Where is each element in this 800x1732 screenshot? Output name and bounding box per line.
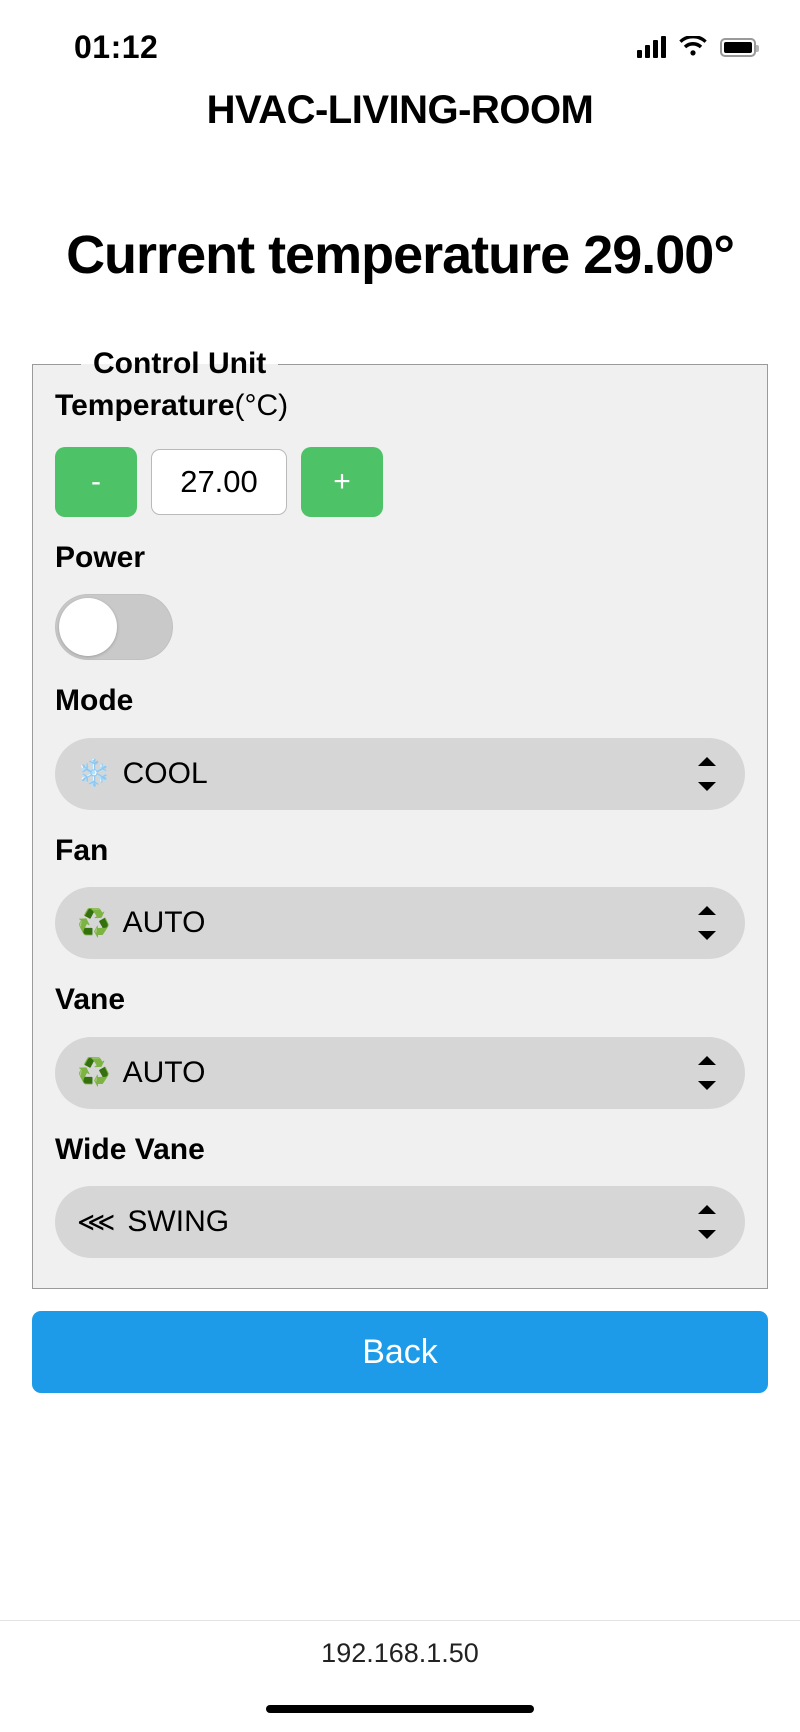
temperature-label: Temperature(°C) [55,387,745,425]
swing-arrows-icon: ⋘ [77,1206,116,1237]
temperature-stepper: - + [55,446,745,517]
mode-select-value: COOL [122,756,208,790]
control-unit-legend: Control Unit [93,347,267,381]
chevron-updown-icon [697,1205,717,1240]
status-bar-icons [637,36,759,58]
status-bar-time: 01:12 [74,28,159,65]
chevron-updown-icon [697,906,717,941]
vane-select-value: AUTO [122,1055,206,1089]
home-indicator[interactable] [266,1705,534,1713]
mode-label: Mode [55,684,134,718]
chevron-updown-icon [697,756,717,791]
temperature-increment-button[interactable]: + [301,446,383,517]
control-unit-panel: Control Unit Temperature(°C) - + Power M… [32,347,768,1290]
current-temperature-value: 29.00° [583,225,735,285]
browser-url-bar[interactable]: 192.168.1.50 [0,1620,800,1686]
recycle-icon: ♻️ [77,1057,111,1088]
temperature-unit-text: (°C) [234,389,289,423]
power-toggle-knob [59,598,117,657]
home-indicator-area [0,1686,800,1732]
recycle-icon: ♻️ [77,907,111,938]
current-temperature-label: Current temperature [66,225,570,285]
page-title: HVAC-LIVING-ROOM [206,88,594,132]
wide-vane-select-value: SWING [127,1205,230,1239]
url-text: 192.168.1.50 [321,1638,479,1668]
fan-select[interactable]: ♻️ AUTO [55,887,745,960]
mode-select[interactable]: ❄️ COOL [55,737,745,810]
wide-vane-label: Wide Vane [55,1132,205,1166]
wifi-icon [679,36,707,58]
back-button[interactable]: Back [32,1311,768,1394]
temperature-input[interactable] [151,448,287,515]
power-toggle-wrap [55,594,745,661]
battery-full-icon [720,37,759,57]
power-toggle[interactable] [55,594,173,661]
power-label: Power [55,540,146,574]
status-bar: 01:12 [0,0,800,76]
temperature-label-text: Temperature [55,389,235,423]
chevron-updown-icon [697,1055,717,1090]
wide-vane-select[interactable]: ⋘ SWING [55,1186,745,1259]
vane-label: Vane [55,983,126,1017]
fan-select-value: AUTO [122,906,206,940]
vane-select[interactable]: ♻️ AUTO [55,1036,745,1109]
phone-screen: 01:12 HVAC-LIVING-ROOM Current temperatu… [0,0,800,1732]
fan-label: Fan [55,833,109,867]
snowflake-icon: ❄️ [77,758,111,789]
cellular-signal-icon [637,36,666,58]
current-temperature-heading: Current temperature 29.00° [0,225,800,285]
temperature-decrement-button[interactable]: - [55,446,137,517]
